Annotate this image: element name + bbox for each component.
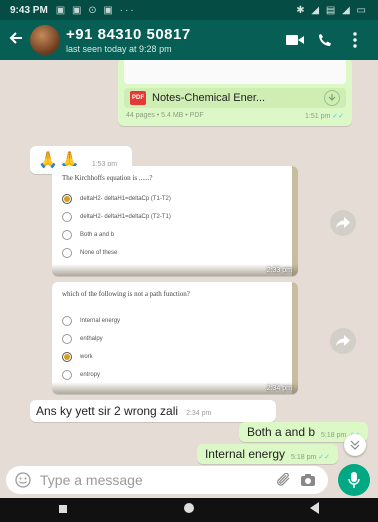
image-fade bbox=[52, 382, 298, 394]
poll-option: Both a and b bbox=[52, 226, 298, 244]
message-input[interactable] bbox=[40, 472, 272, 488]
document-file-bar[interactable]: PDF Notes-Chemical Ener... bbox=[124, 88, 346, 108]
home-button[interactable] bbox=[183, 501, 195, 519]
message-time: 2:34 pm bbox=[266, 385, 292, 392]
message-time: 5:18 pm ✓✓ bbox=[291, 453, 330, 461]
chat-header: +91 84310 50817 last seen today at 9:28 … bbox=[0, 20, 378, 60]
text-message-outgoing[interactable]: Internal energy 5:18 pm ✓✓ bbox=[196, 444, 338, 464]
contact-info[interactable]: +91 84310 50817 last seen today at 9:28 … bbox=[66, 26, 280, 54]
document-name: Notes-Chemical Ener... bbox=[152, 92, 266, 104]
message-text: Internal energy bbox=[204, 447, 286, 461]
camera-icon[interactable] bbox=[296, 473, 320, 487]
radio-selected-icon bbox=[62, 194, 72, 204]
image-edge bbox=[292, 166, 298, 276]
read-ticks-icon: ✓✓ bbox=[332, 113, 344, 120]
contact-name: +91 84310 50817 bbox=[66, 26, 191, 43]
back-button[interactable] bbox=[310, 501, 320, 519]
recents-button[interactable] bbox=[58, 501, 68, 519]
poll-option: enthalpy bbox=[52, 330, 298, 348]
voice-call-icon[interactable] bbox=[310, 33, 340, 47]
status-time: 9:43 PM bbox=[10, 4, 48, 16]
document-preview bbox=[124, 60, 346, 84]
document-meta: 44 pages • 5.4 MB • PDF bbox=[126, 112, 204, 119]
radio-selected-icon bbox=[62, 352, 72, 362]
image-message-poll-2[interactable]: which of the following is not a path fun… bbox=[52, 282, 298, 394]
poll-option: deltaH2- deltaH1=deltaCp (T2-T1) bbox=[52, 208, 298, 226]
radio-icon bbox=[62, 230, 72, 240]
radio-icon bbox=[62, 248, 72, 258]
poll-question: The Kirchhoffs equation is ......? bbox=[62, 174, 153, 182]
scroll-down-icon[interactable] bbox=[344, 434, 366, 456]
message-text: Ans ky yett sir 2 wrong zali bbox=[36, 404, 179, 418]
android-nav-bar bbox=[0, 498, 378, 522]
last-seen: last seen today at 9:28 pm bbox=[66, 44, 172, 54]
avatar[interactable] bbox=[30, 25, 60, 55]
radio-icon bbox=[62, 212, 72, 222]
attach-icon[interactable] bbox=[272, 473, 296, 487]
read-ticks-icon: ✓✓ bbox=[318, 453, 330, 461]
forward-icon[interactable] bbox=[330, 210, 356, 236]
status-system-icons: ▣ ▣ ⊙ ▣ ··· bbox=[55, 4, 136, 16]
image-fade bbox=[52, 264, 298, 276]
more-options-icon[interactable] bbox=[340, 32, 370, 48]
image-message-poll-1[interactable]: The Kirchhoffs equation is ......? delta… bbox=[52, 166, 298, 276]
poll-option: None of these bbox=[52, 244, 298, 262]
message-time: 2:34 pm bbox=[186, 409, 212, 417]
mic-icon[interactable] bbox=[338, 464, 370, 496]
message-time: 2:33 pm bbox=[266, 267, 292, 274]
document-message[interactable]: PDF Notes-Chemical Ener... 44 pages • 5.… bbox=[118, 60, 352, 126]
message-text: Both a and b bbox=[246, 425, 316, 439]
radio-icon bbox=[62, 334, 72, 344]
back-arrow-icon[interactable] bbox=[8, 29, 26, 52]
status-bar: 9:43 PM ▣ ▣ ⊙ ▣ ··· ✱ ◢ ▤ ◢ ▭ bbox=[0, 0, 378, 20]
image-edge bbox=[292, 282, 298, 394]
poll-option: Internal energy bbox=[52, 312, 298, 330]
forward-icon[interactable] bbox=[330, 328, 356, 354]
pdf-icon: PDF bbox=[130, 91, 146, 105]
radio-icon bbox=[62, 370, 72, 380]
poll-option: work bbox=[52, 348, 298, 366]
download-icon[interactable] bbox=[324, 90, 340, 106]
poll-option: deltaH2- deltaH1=deltaCp (T1-T2) bbox=[52, 190, 298, 208]
poll-question: which of the following is not a path fun… bbox=[62, 290, 190, 298]
radio-icon bbox=[62, 316, 72, 326]
text-message-incoming[interactable]: Ans ky yett sir 2 wrong zali 2:34 pm bbox=[30, 400, 276, 422]
chat-area[interactable]: PDF Notes-Chemical Ener... 44 pages • 5.… bbox=[0, 60, 378, 460]
video-call-icon[interactable] bbox=[280, 34, 310, 46]
message-time: 1:51 pm ✓✓ bbox=[305, 113, 344, 120]
emoji-icon[interactable] bbox=[14, 471, 32, 489]
message-composer bbox=[6, 466, 328, 494]
status-right-icons: ✱ ◢ ▤ ◢ ▭ bbox=[296, 4, 368, 16]
